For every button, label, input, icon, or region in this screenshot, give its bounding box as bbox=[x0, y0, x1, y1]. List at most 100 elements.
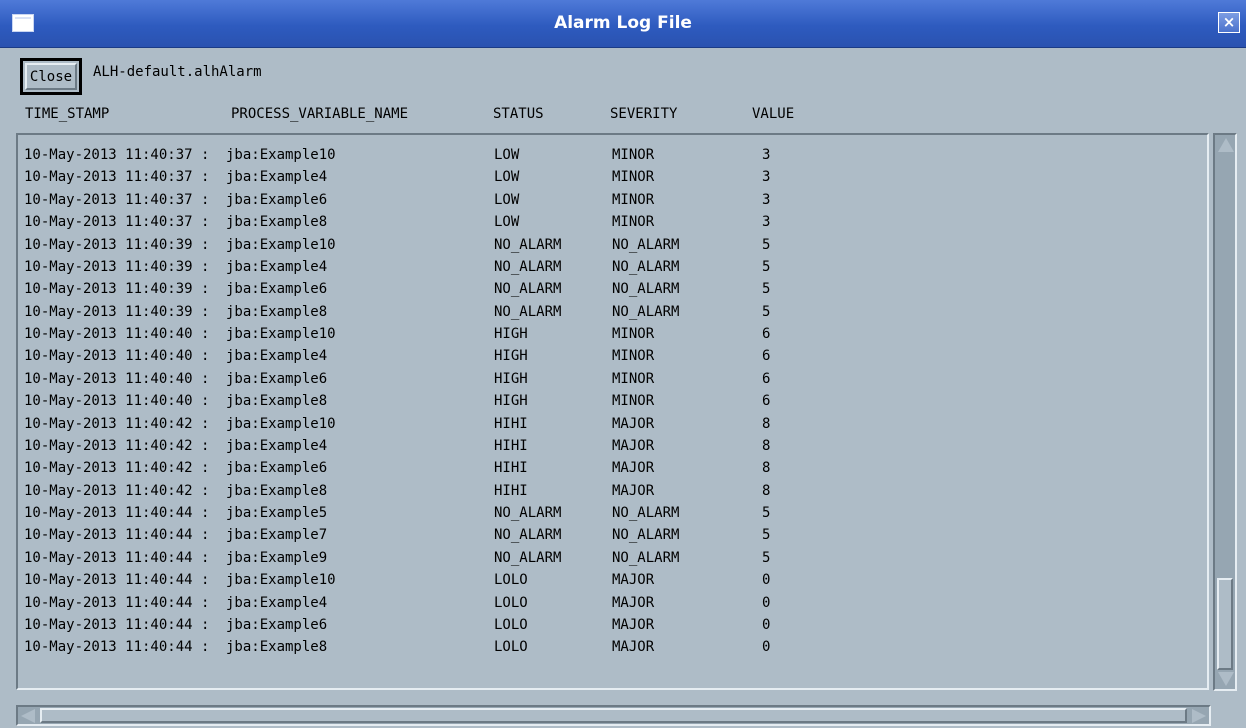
log-pv-name: jba:Example4 bbox=[226, 169, 328, 186]
header-severity: SEVERITY bbox=[610, 106, 678, 122]
log-time-stamp: 10-May-2013 11:40:40 : bbox=[24, 326, 210, 342]
log-pv-name: jba:Example8 bbox=[226, 214, 328, 231]
log-severity: MAJOR bbox=[612, 437, 655, 454]
horizontal-scrollbar[interactable] bbox=[16, 705, 1211, 726]
header-process-variable-name: PROCESS_VARIABLE_NAME bbox=[231, 106, 409, 122]
log-time-stamp: 10-May-2013 11:40:37 : bbox=[24, 214, 210, 231]
log-row: 10-May-2013 11:40:44 : jba:Example10 LOLO M… bbox=[24, 572, 1194, 594]
scroll-up-arrow-icon[interactable] bbox=[1218, 138, 1234, 152]
log-status: HIGH bbox=[494, 326, 528, 342]
vertical-scrollbar[interactable] bbox=[1213, 133, 1237, 691]
log-row: 10-May-2013 11:40:39 : jba:Example4 NO_ALA… bbox=[24, 259, 1194, 281]
log-time-stamp: 10-May-2013 11:40:37 : bbox=[24, 169, 210, 186]
log-status: LOLO bbox=[494, 594, 528, 611]
log-time-stamp: 10-May-2013 11:40:37 : bbox=[24, 191, 210, 208]
log-time-stamp: 10-May-2013 11:40:40 : bbox=[24, 370, 210, 387]
log-pv-name: jba:Example8 bbox=[226, 639, 328, 656]
log-status: HIHI bbox=[494, 482, 528, 499]
close-window-icon[interactable]: × bbox=[1218, 12, 1240, 33]
log-severity: MINOR bbox=[612, 370, 655, 387]
log-filename: ALH-default.alhAlarm bbox=[93, 64, 262, 80]
log-status: NO_ALARM bbox=[494, 258, 562, 275]
log-row: 10-May-2013 11:40:37 : jba:Example4 LOW MIN… bbox=[24, 169, 1194, 191]
close-button[interactable]: Close bbox=[20, 58, 82, 95]
log-pv-name: jba:Example6 bbox=[226, 370, 328, 387]
log-status: LOW bbox=[494, 147, 520, 163]
log-time-stamp: 10-May-2013 11:40:42 : bbox=[24, 482, 210, 499]
log-pv-name: jba:Example7 bbox=[226, 527, 328, 544]
log-row: 10-May-2013 11:40:42 : jba:Example8 HIHI MA… bbox=[24, 483, 1194, 505]
log-row: 10-May-2013 11:40:39 : jba:Example6 NO_ALA… bbox=[24, 281, 1194, 303]
log-severity: NO_ALARM bbox=[612, 258, 680, 275]
log-severity: MAJOR bbox=[612, 415, 655, 432]
log-severity: NO_ALARM bbox=[612, 549, 680, 566]
log-time-stamp: 10-May-2013 11:40:39 : bbox=[24, 258, 210, 275]
log-value: 6 bbox=[762, 370, 771, 387]
log-value: 0 bbox=[762, 572, 771, 589]
log-row: 10-May-2013 11:40:37 : jba:Example8 LOW MIN… bbox=[24, 214, 1194, 236]
log-row: 10-May-2013 11:40:44 : jba:Example4 LOLO MA… bbox=[24, 595, 1194, 617]
log-status: LOW bbox=[494, 191, 520, 208]
log-row: 10-May-2013 11:40:40 : jba:Example6 HIGH MI… bbox=[24, 371, 1194, 393]
log-value: 3 bbox=[762, 214, 771, 231]
log-row: 10-May-2013 11:40:44 : jba:Example6 LOLO MA… bbox=[24, 617, 1194, 639]
log-severity: NO_ALARM bbox=[612, 303, 680, 320]
log-time-stamp: 10-May-2013 11:40:44 : bbox=[24, 549, 210, 566]
title-bar[interactable]: Alarm Log File × bbox=[0, 0, 1246, 48]
log-value: 5 bbox=[762, 505, 771, 521]
log-time-stamp: 10-May-2013 11:40:37 : bbox=[24, 147, 210, 163]
log-value: 6 bbox=[762, 326, 771, 342]
log-time-stamp: 10-May-2013 11:40:42 : bbox=[24, 460, 210, 477]
log-time-stamp: 10-May-2013 11:40:44 : bbox=[24, 572, 210, 589]
log-severity: NO_ALARM bbox=[612, 527, 680, 544]
horizontal-scroll-thumb[interactable] bbox=[40, 708, 1187, 723]
log-pv-name: jba:Example6 bbox=[226, 616, 328, 633]
log-pv-name: jba:Example8 bbox=[226, 482, 328, 499]
log-status: HIGH bbox=[494, 393, 528, 410]
log-status: LOW bbox=[494, 169, 520, 186]
log-pv-name: jba:Example9 bbox=[226, 549, 328, 566]
log-value: 3 bbox=[762, 169, 771, 186]
log-row: 10-May-2013 11:40:37 : jba:Example6 LOW MIN… bbox=[24, 192, 1194, 214]
log-severity: MAJOR bbox=[612, 460, 655, 477]
log-status: NO_ALARM bbox=[494, 549, 562, 566]
header-time-stamp: TIME_STAMP bbox=[25, 106, 110, 122]
log-row: 10-May-2013 11:40:40 : jba:Example8 HIGH MI… bbox=[24, 393, 1194, 415]
log-time-stamp: 10-May-2013 11:40:40 : bbox=[24, 348, 210, 365]
log-value: 5 bbox=[762, 258, 771, 275]
log-status: HIHI bbox=[494, 460, 528, 477]
log-pv-name: jba:Example6 bbox=[226, 281, 328, 298]
log-pv-name: jba:Example10 bbox=[226, 326, 336, 342]
scroll-left-arrow-icon[interactable] bbox=[21, 709, 35, 723]
log-pv-name: jba:Example4 bbox=[226, 258, 328, 275]
log-row: 10-May-2013 11:40:39 : jba:Example8 NO_ALA… bbox=[24, 304, 1194, 326]
scroll-right-arrow-icon[interactable] bbox=[1192, 709, 1206, 723]
log-severity: MINOR bbox=[612, 326, 655, 342]
log-time-stamp: 10-May-2013 11:40:39 : bbox=[24, 281, 210, 298]
log-pv-name: jba:Example10 bbox=[226, 572, 336, 589]
log-severity: MINOR bbox=[612, 147, 655, 163]
log-value: 8 bbox=[762, 437, 771, 454]
log-status: LOLO bbox=[494, 616, 528, 633]
log-status: HIGH bbox=[494, 370, 528, 387]
log-severity: NO_ALARM bbox=[612, 505, 680, 521]
log-severity: MINOR bbox=[612, 191, 655, 208]
log-time-stamp: 10-May-2013 11:40:44 : bbox=[24, 616, 210, 633]
log-severity: MAJOR bbox=[612, 482, 655, 499]
window-title: Alarm Log File bbox=[554, 13, 692, 33]
log-pv-name: jba:Example5 bbox=[226, 505, 328, 521]
log-row: 10-May-2013 11:40:40 : jba:Example4 HIGH MI… bbox=[24, 348, 1194, 370]
log-severity: MINOR bbox=[612, 169, 655, 186]
log-value: 6 bbox=[762, 348, 771, 365]
log-rows: 10-May-2013 11:40:37 : jba:Example10 LOW MI… bbox=[24, 147, 1194, 662]
log-value: 0 bbox=[762, 594, 771, 611]
log-text-area[interactable]: 10-May-2013 11:40:37 : jba:Example10 LOW MI… bbox=[16, 133, 1209, 690]
log-value: 5 bbox=[762, 549, 771, 566]
log-time-stamp: 10-May-2013 11:40:39 : bbox=[24, 236, 210, 253]
log-time-stamp: 10-May-2013 11:40:44 : bbox=[24, 594, 210, 611]
log-severity: MINOR bbox=[612, 348, 655, 365]
log-row: 10-May-2013 11:40:42 : jba:Example4 HIHI MA… bbox=[24, 438, 1194, 460]
scroll-down-arrow-icon[interactable] bbox=[1218, 672, 1234, 686]
log-severity: MINOR bbox=[612, 214, 655, 231]
vertical-scroll-thumb[interactable] bbox=[1217, 578, 1233, 670]
